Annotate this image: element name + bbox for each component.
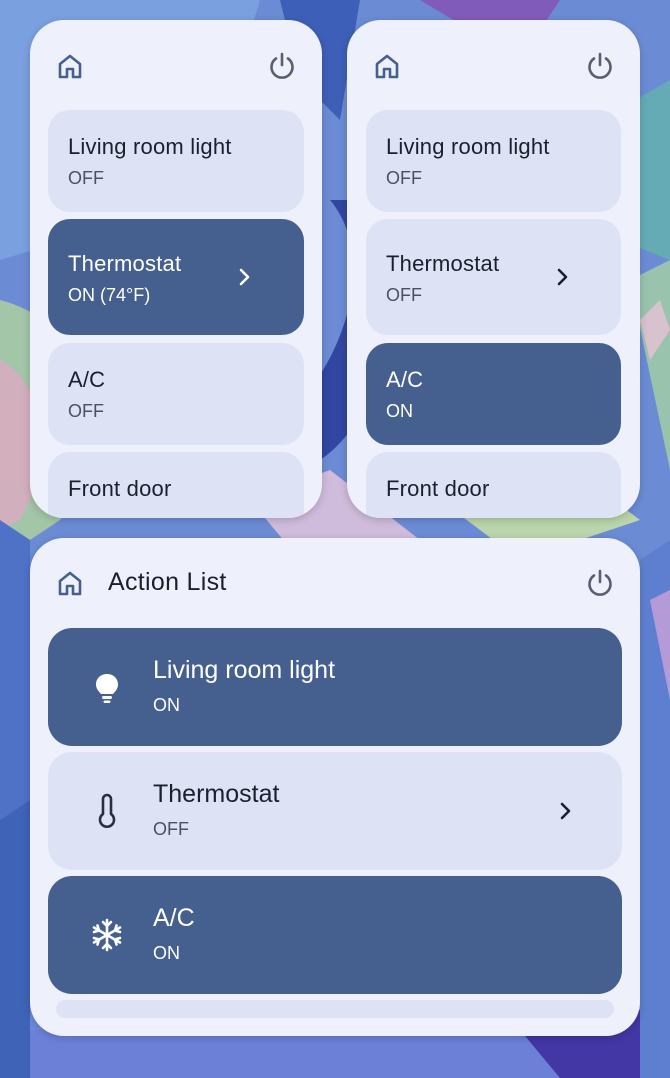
home-icon[interactable] [52,48,88,84]
tile-front-door[interactable]: Front door [366,452,621,518]
widget-left: Living room light OFF Thermostat ON (74°… [30,20,322,518]
power-icon[interactable] [582,48,618,84]
action-item-living-room-light[interactable]: Living room light ON [48,628,622,746]
tile-status: ON (74°F) [68,285,151,305]
tile-title: Thermostat [386,251,500,276]
power-icon[interactable] [264,48,300,84]
action-item-ac[interactable]: A/C ON [48,876,622,994]
tile-status: OFF [68,401,104,421]
action-item-thermostat[interactable]: Thermostat OFF [48,752,622,870]
tile-title: Living room light [68,134,232,159]
tile-title: A/C [68,367,106,392]
tile-living-room-light[interactable]: Living room light OFF [48,110,304,212]
thermometer-icon [98,793,116,828]
action-item-status: OFF [153,819,189,839]
home-icon[interactable] [52,565,88,601]
tile-thermostat[interactable]: Thermostat OFF [366,219,621,335]
tile-title: A/C [386,367,424,392]
tile-title: Living room light [386,134,550,159]
tile-thermostat[interactable]: Thermostat ON (74°F) [48,219,304,335]
lightbulb-icon [96,674,118,703]
chevron-right-icon [560,802,571,820]
chevron-right-icon [557,268,568,286]
tile-front-door[interactable]: Front door [48,452,304,518]
action-item-title: A/C [153,904,195,932]
widget-title: Action List [108,568,227,596]
action-item-status: ON [153,943,180,963]
chevron-right-icon [239,268,250,286]
widget-action-list: Action List Living room light ON Thermos… [30,538,640,1036]
tile-ac[interactable]: A/C ON [366,343,621,445]
snowflake-icon [92,918,122,952]
widget-right: Living room light OFF Thermostat OFF A/C… [347,20,640,518]
action-item-status: ON [153,695,180,715]
action-item-title: Thermostat [153,780,280,808]
action-item-title: Living room light [153,656,336,684]
tile-title: Front door [386,476,490,501]
tile-title: Front door [68,476,172,501]
tile-status: ON [386,401,413,421]
tile-status: OFF [386,285,422,305]
action-item-partial[interactable] [56,1000,614,1018]
home-icon[interactable] [369,48,405,84]
tile-ac[interactable]: A/C OFF [48,343,304,445]
tile-status: OFF [68,168,104,188]
tile-title: Thermostat [68,251,182,276]
tile-living-room-light[interactable]: Living room light OFF [366,110,621,212]
power-icon[interactable] [582,565,618,601]
tile-status: OFF [386,168,422,188]
